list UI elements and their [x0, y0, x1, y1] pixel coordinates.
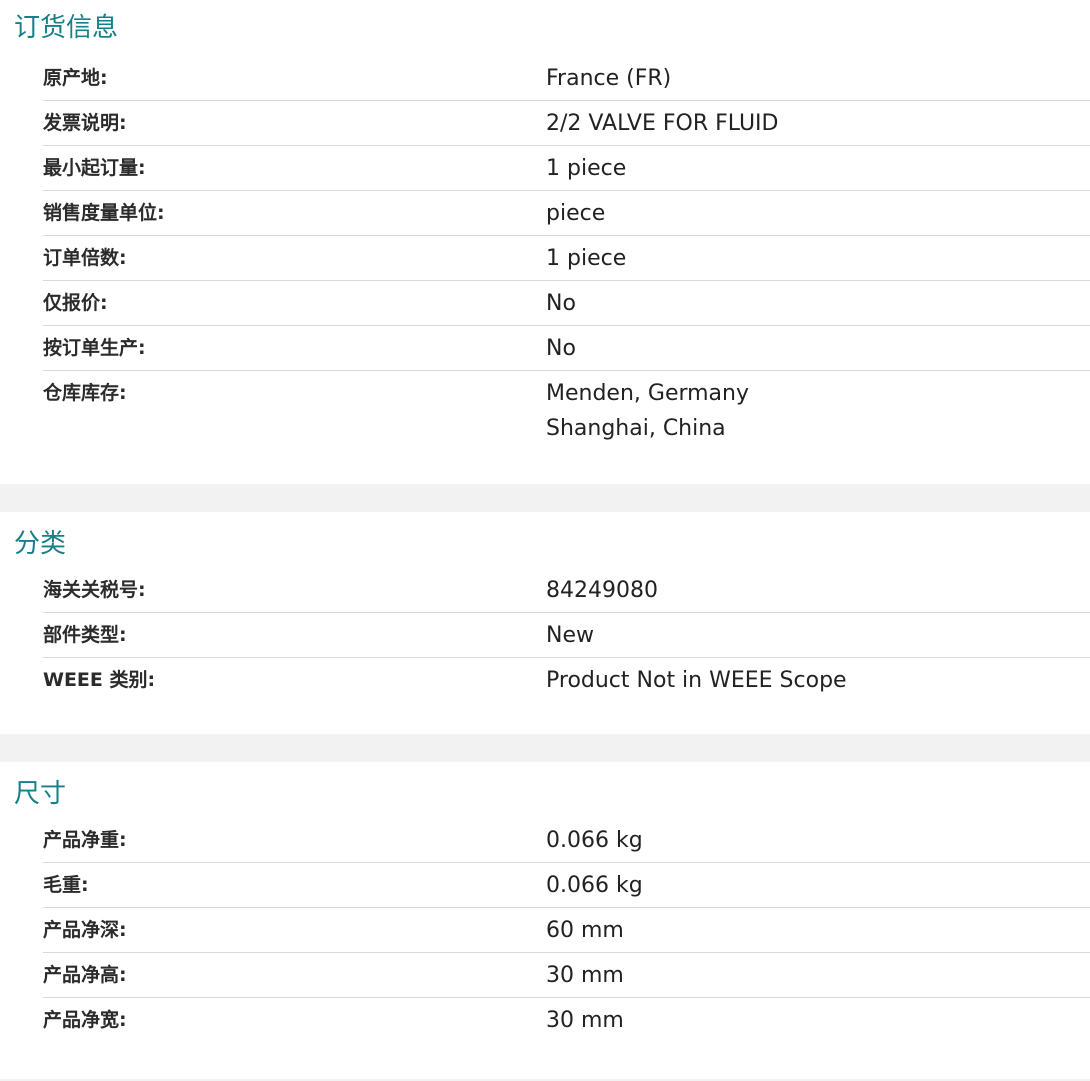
row-label: 订单倍数:: [43, 247, 127, 269]
row-label: 部件类型:: [43, 624, 127, 646]
row-gross-weight: 毛重: 0.066 kg: [43, 863, 1090, 908]
row-value: 2/2 VALVE FOR FLUID: [546, 111, 779, 136]
row-label: 仅报价:: [43, 292, 108, 314]
row-order-multiple: 订单倍数: 1 piece: [43, 236, 1090, 281]
section-title-dimensions: 尺寸: [14, 779, 67, 809]
warehouse-location: Menden, Germany: [546, 381, 750, 406]
ordering-rows: 原产地: France (FR) 发票说明: 2/2 VALVE FOR FLU…: [43, 56, 1090, 446]
row-label: 产品净高:: [43, 964, 127, 986]
row-label: 毛重:: [43, 874, 89, 896]
row-part-type: 部件类型: New: [43, 613, 1090, 658]
row-tariff-number: 海关关税号: 84249080: [43, 568, 1090, 613]
row-made-to-order: 按订单生产: No: [43, 326, 1090, 371]
dimensions-section: 尺寸 产品净重: 0.066 kg 毛重: 0.066 kg 产品净深: 60 …: [0, 762, 1090, 1079]
row-label: 销售度量单位:: [43, 202, 165, 224]
row-weee-category: WEEE 类别: Product Not in WEEE Scope: [43, 658, 1090, 703]
row-value: Menden, Germany Shanghai, China: [546, 371, 1090, 446]
row-value: 1 piece: [546, 156, 627, 181]
row-value: 0.066 kg: [546, 828, 643, 853]
row-net-weight: 产品净重: 0.066 kg: [43, 818, 1090, 863]
row-value: 0.066 kg: [546, 873, 643, 898]
row-value: piece: [546, 201, 606, 226]
row-warehouse-stock: 仓库库存: Menden, Germany Shanghai, China: [43, 371, 1090, 446]
row-value: No: [546, 336, 576, 361]
row-label: 最小起订量:: [43, 157, 146, 179]
row-value: New: [546, 623, 594, 648]
row-value: 30 mm: [546, 963, 624, 988]
classification-section: 分类 海关关税号: 84249080 部件类型: New WEEE 类别: Pr…: [0, 512, 1090, 734]
row-label: 海关关税号:: [43, 579, 146, 601]
row-net-height: 产品净高: 30 mm: [43, 953, 1090, 998]
warehouse-location: Shanghai, China: [546, 416, 726, 441]
section-title-classification: 分类: [14, 529, 67, 559]
row-value: France (FR): [546, 66, 672, 91]
row-label: 产品净重:: [43, 829, 127, 851]
row-label: WEEE 类别:: [43, 669, 156, 691]
row-country-of-origin: 原产地: France (FR): [43, 56, 1090, 101]
row-value: 84249080: [546, 578, 658, 603]
row-value: No: [546, 291, 576, 316]
row-net-width: 产品净宽: 30 mm: [43, 998, 1090, 1043]
row-value: 60 mm: [546, 918, 624, 943]
row-min-order-qty: 最小起订量: 1 piece: [43, 146, 1090, 191]
ordering-info-section: 订货信息 原产地: France (FR) 发票说明: 2/2 VALVE FO…: [0, 0, 1090, 484]
row-label: 产品净宽:: [43, 1009, 127, 1031]
row-label: 发票说明:: [43, 112, 127, 134]
row-label: 仓库库存:: [43, 382, 127, 404]
classification-rows: 海关关税号: 84249080 部件类型: New WEEE 类别: Produ…: [43, 568, 1090, 703]
dimensions-rows: 产品净重: 0.066 kg 毛重: 0.066 kg 产品净深: 60 mm …: [43, 818, 1090, 1043]
row-sales-unit: 销售度量单位: piece: [43, 191, 1090, 236]
row-label: 产品净深:: [43, 919, 127, 941]
row-value: Product Not in WEEE Scope: [546, 668, 847, 693]
row-net-depth: 产品净深: 60 mm: [43, 908, 1090, 953]
row-invoice-description: 发票说明: 2/2 VALVE FOR FLUID: [43, 101, 1090, 146]
section-title-ordering: 订货信息: [14, 13, 119, 43]
row-quote-only: 仅报价: No: [43, 281, 1090, 326]
row-value: 1 piece: [546, 246, 627, 271]
row-label: 原产地:: [43, 67, 108, 89]
row-label: 按订单生产:: [43, 337, 146, 359]
row-value: 30 mm: [546, 1008, 624, 1033]
